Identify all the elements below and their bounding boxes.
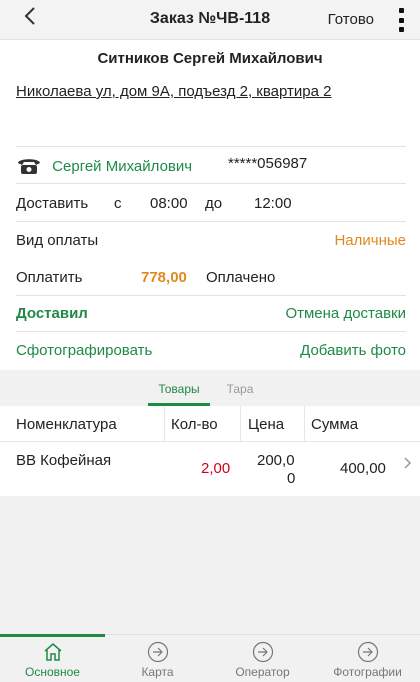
row-sum: 400,00 (340, 460, 386, 477)
payment-type-value[interactable]: Наличные (334, 232, 406, 249)
column-header-name: Номенклатура (16, 416, 117, 433)
delivery-to-label: до (205, 195, 223, 212)
arrow-circle-icon (357, 641, 379, 663)
kebab-menu-icon[interactable] (396, 8, 406, 32)
column-divider (304, 406, 305, 442)
nav-label: Карта (141, 665, 174, 679)
column-header-qty: Кол-во (171, 416, 218, 433)
cancel-delivery-button[interactable]: Отмена доставки (285, 305, 406, 322)
nav-photos[interactable]: Фотографии (315, 635, 420, 682)
divider (16, 146, 406, 147)
nav-label: Оператор (235, 665, 290, 679)
nav-main[interactable]: Основное (0, 634, 105, 682)
column-divider (164, 406, 165, 442)
pay-amount: 778,00 (141, 269, 187, 286)
photo-actions-row: Сфотографировать Добавить фото (16, 342, 406, 359)
delivery-time-row: Доставить с 08:00 до 12:00 (16, 195, 406, 212)
table-header: Номенклатура Кол-во Цена Сумма (0, 406, 420, 442)
delivery-label: Доставить (16, 195, 89, 212)
customer-name: Ситников Сергей Михайлович (97, 50, 323, 67)
tab-goods[interactable]: Товары (148, 382, 210, 406)
row-name: ВВ Кофейная (16, 452, 112, 469)
goods-tabs: Товары Тара (0, 376, 420, 406)
delivered-button[interactable]: Доставил (16, 305, 88, 322)
divider (16, 183, 406, 184)
column-header-sum: Сумма (311, 416, 359, 433)
payment-type-label: Вид оплаты (16, 232, 99, 249)
contact-row: Сергей Михайлович *****056987 (16, 155, 406, 175)
nav-operator[interactable]: Оператор (210, 635, 315, 682)
delivery-to-time: 12:00 (254, 195, 292, 212)
nav-active-indicator (0, 634, 105, 637)
back-arrow-icon[interactable] (18, 6, 42, 32)
nav-label: Фотографии (333, 665, 402, 679)
delivery-from-label: с (114, 195, 122, 212)
take-photo-button[interactable]: Сфотографировать (16, 342, 152, 359)
contact-phone[interactable]: *****056987 (228, 155, 307, 172)
column-divider (240, 406, 241, 442)
arrow-circle-icon (252, 641, 274, 663)
nav-label: Основное (25, 665, 80, 679)
nav-map[interactable]: Карта (105, 635, 210, 682)
divider (16, 331, 406, 332)
pay-row: Оплатить 778,00 Оплачено (16, 269, 406, 286)
chevron-right-icon (404, 456, 412, 474)
home-icon (42, 641, 64, 663)
tab-tare[interactable]: Тара (220, 382, 260, 396)
row-price-line2: 0 (287, 470, 296, 487)
payment-type-row: Вид оплаты Наличные (16, 232, 406, 249)
delivery-from-time: 08:00 (150, 195, 188, 212)
delivery-actions-row: Доставил Отмена доставки (16, 305, 406, 322)
app-header: Заказ №ЧВ-118 Готово (0, 0, 420, 40)
contact-name[interactable]: Сергей Михайлович (52, 158, 192, 175)
pay-label: Оплатить (16, 269, 83, 286)
divider (16, 295, 406, 296)
divider (16, 221, 406, 222)
address-link[interactable]: Николаева ул, дом 9А, подъезд 2, квартир… (16, 83, 331, 100)
done-button[interactable]: Готово (328, 11, 374, 28)
arrow-circle-icon (147, 641, 169, 663)
row-qty: 2,00 (201, 460, 231, 477)
column-header-price: Цена (248, 416, 285, 433)
row-price-line1: 200,0 (257, 452, 295, 469)
bottom-nav: Основное Карта Оператор Фотографии (0, 634, 420, 682)
add-photo-button[interactable]: Добавить фото (300, 342, 406, 359)
table-row[interactable]: ВВ Кофейная 2,00 200,0 0 400,00 (0, 442, 420, 496)
phone-icon[interactable] (16, 155, 42, 175)
pay-status: Оплачено (206, 269, 276, 286)
